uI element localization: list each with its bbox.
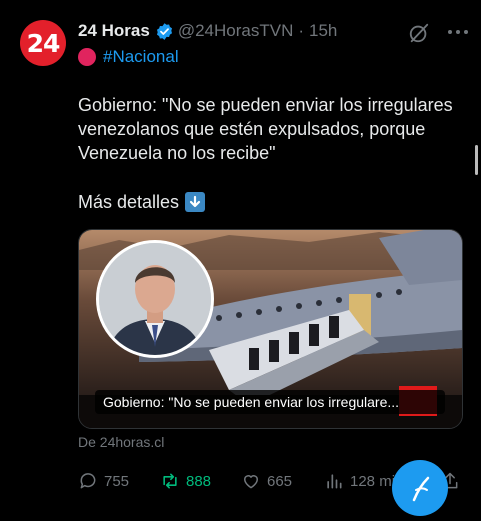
compose-button[interactable] — [392, 460, 448, 516]
views-icon — [327, 474, 342, 489]
account-handle[interactable]: @24HorasTVN — [178, 21, 294, 41]
reply-count: 755 — [104, 472, 130, 490]
hashtag-link[interactable]: #Nacional — [103, 47, 179, 67]
hashtag-line: #Nacional — [78, 46, 179, 68]
like-button[interactable]: 665 — [241, 468, 292, 494]
avatar[interactable]: 24 — [20, 20, 66, 66]
grok-icon[interactable] — [408, 22, 430, 44]
reply-icon — [80, 473, 96, 489]
more-details: Más detalles — [78, 190, 206, 214]
tweet-text-line: venezolanos que estén expulsados, porque — [78, 119, 426, 139]
portrait-image — [96, 240, 214, 358]
card-caption-text: Gobierno: "No se pueden enviar los irreg… — [103, 394, 400, 410]
red-circle-icon — [78, 48, 96, 66]
reply-button[interactable]: 755 — [78, 468, 129, 494]
tweet-text-line: Gobierno: "No se pueden enviar los irreg… — [78, 95, 453, 115]
avatar-logo-text: 24 — [26, 28, 61, 58]
more-icon[interactable] — [445, 20, 471, 44]
link-card[interactable]: Gobierno: "No se pueden enviar los irreg… — [78, 229, 463, 429]
more-details-label: Más detalles — [78, 191, 180, 212]
repost-count: 888 — [186, 472, 212, 490]
down-arrow-icon — [185, 192, 206, 212]
repost-icon — [163, 473, 177, 489]
compose-icon — [412, 476, 430, 502]
tweet[interactable]: 24 24 Horas @24HorasTVN · 15h #Nacional … — [0, 0, 481, 516]
card-caption: Gobierno: "No se pueden enviar los irreg… — [95, 390, 445, 414]
views-button[interactable]: 128 mil — [324, 468, 398, 494]
like-icon — [244, 475, 258, 489]
tweet-text-line: Venezuela no los recibe" — [78, 143, 276, 163]
scrollbar[interactable] — [475, 145, 478, 175]
header-separator: · — [298, 21, 305, 40]
tweet-time[interactable]: 15h — [309, 21, 337, 41]
like-count: 665 — [267, 472, 293, 490]
tweet-header: 24 Horas @24HorasTVN · 15h — [78, 19, 337, 43]
verified-icon — [156, 22, 172, 40]
card-source[interactable]: De 24horas.cl — [78, 434, 164, 450]
tweet-text: Gobierno: "No se pueden enviar los irreg… — [78, 93, 473, 165]
account-name[interactable]: 24 Horas — [78, 21, 150, 41]
repost-button[interactable]: 888 — [160, 468, 211, 494]
